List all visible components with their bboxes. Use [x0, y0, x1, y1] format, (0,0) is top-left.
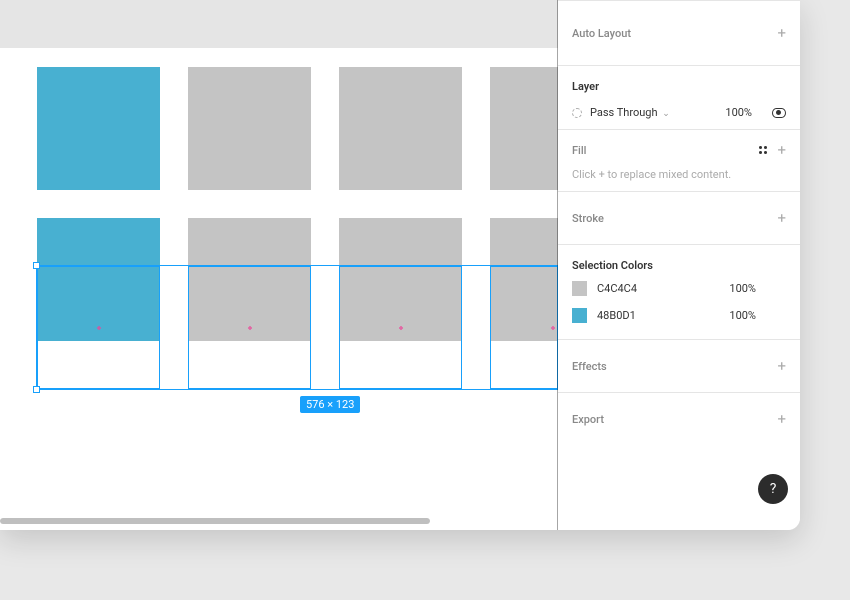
- shape-row-2: [37, 218, 558, 341]
- shape-row-1: [37, 67, 558, 190]
- add-auto-layout-button[interactable]: +: [777, 26, 786, 41]
- rectangle-gray[interactable]: [490, 67, 558, 190]
- fill-hint: Click + to replace mixed content.: [572, 160, 786, 181]
- rectangle-blue[interactable]: [37, 67, 160, 190]
- app-window: 576 × 123 Auto Layout + Layer Pass Throu…: [0, 0, 800, 530]
- rectangle-gray[interactable]: [490, 218, 558, 341]
- auto-layout-label: Auto Layout: [572, 27, 631, 40]
- style-library-icon[interactable]: [759, 146, 767, 154]
- rectangle-gray[interactable]: [339, 67, 462, 190]
- section-effects: Effects +: [558, 340, 800, 393]
- rectangle-gray[interactable]: [188, 218, 311, 341]
- layer-label: Layer: [572, 80, 599, 93]
- stroke-label: Stroke: [572, 212, 604, 225]
- selection-colors-label: Selection Colors: [572, 259, 653, 272]
- help-button[interactable]: ?: [758, 474, 788, 504]
- section-export: Export +: [558, 393, 800, 445]
- selection-color-row[interactable]: 48B0D1 100%: [572, 302, 786, 329]
- color-hex: C4C4C4: [597, 282, 653, 295]
- color-hex: 48B0D1: [597, 309, 653, 322]
- section-selection-colors: Selection Colors C4C4C4 100% 48B0D1 100%: [558, 245, 800, 340]
- horizontal-scrollbar[interactable]: [0, 518, 430, 524]
- color-opacity: 100%: [729, 282, 756, 295]
- section-stroke: Stroke +: [558, 192, 800, 245]
- section-auto-layout: Auto Layout +: [558, 0, 800, 66]
- export-label: Export: [572, 413, 604, 426]
- color-swatch[interactable]: [572, 281, 587, 296]
- blend-mode-icon: [572, 108, 582, 118]
- dimensions-badge: 576 × 123: [300, 396, 360, 413]
- rectangle-gray[interactable]: [188, 67, 311, 190]
- color-opacity: 100%: [729, 309, 756, 322]
- inspector-panel: Auto Layout + Layer Pass Through ⌄ 100%: [558, 0, 800, 530]
- selection-color-row[interactable]: C4C4C4 100%: [572, 275, 786, 302]
- section-fill: Fill + Click + to replace mixed content.: [558, 130, 800, 192]
- effects-label: Effects: [572, 360, 607, 373]
- add-fill-button[interactable]: +: [777, 143, 786, 158]
- blend-mode-value: Pass Through: [590, 106, 658, 119]
- add-stroke-button[interactable]: +: [777, 211, 786, 226]
- chevron-down-icon: ⌄: [662, 109, 670, 119]
- layer-opacity-input[interactable]: 100%: [725, 106, 752, 119]
- rectangle-gray[interactable]: [339, 218, 462, 341]
- blend-mode-select[interactable]: Pass Through ⌄: [590, 106, 670, 119]
- add-export-button[interactable]: +: [777, 412, 786, 427]
- color-swatch[interactable]: [572, 308, 587, 323]
- rectangle-blue[interactable]: [37, 218, 160, 341]
- section-layer: Layer Pass Through ⌄ 100%: [558, 66, 800, 130]
- fill-label: Fill: [572, 144, 586, 157]
- add-effect-button[interactable]: +: [777, 359, 786, 374]
- canvas-background[interactable]: 576 × 123: [0, 0, 558, 530]
- visibility-toggle[interactable]: [772, 108, 786, 118]
- help-icon: ?: [770, 481, 777, 497]
